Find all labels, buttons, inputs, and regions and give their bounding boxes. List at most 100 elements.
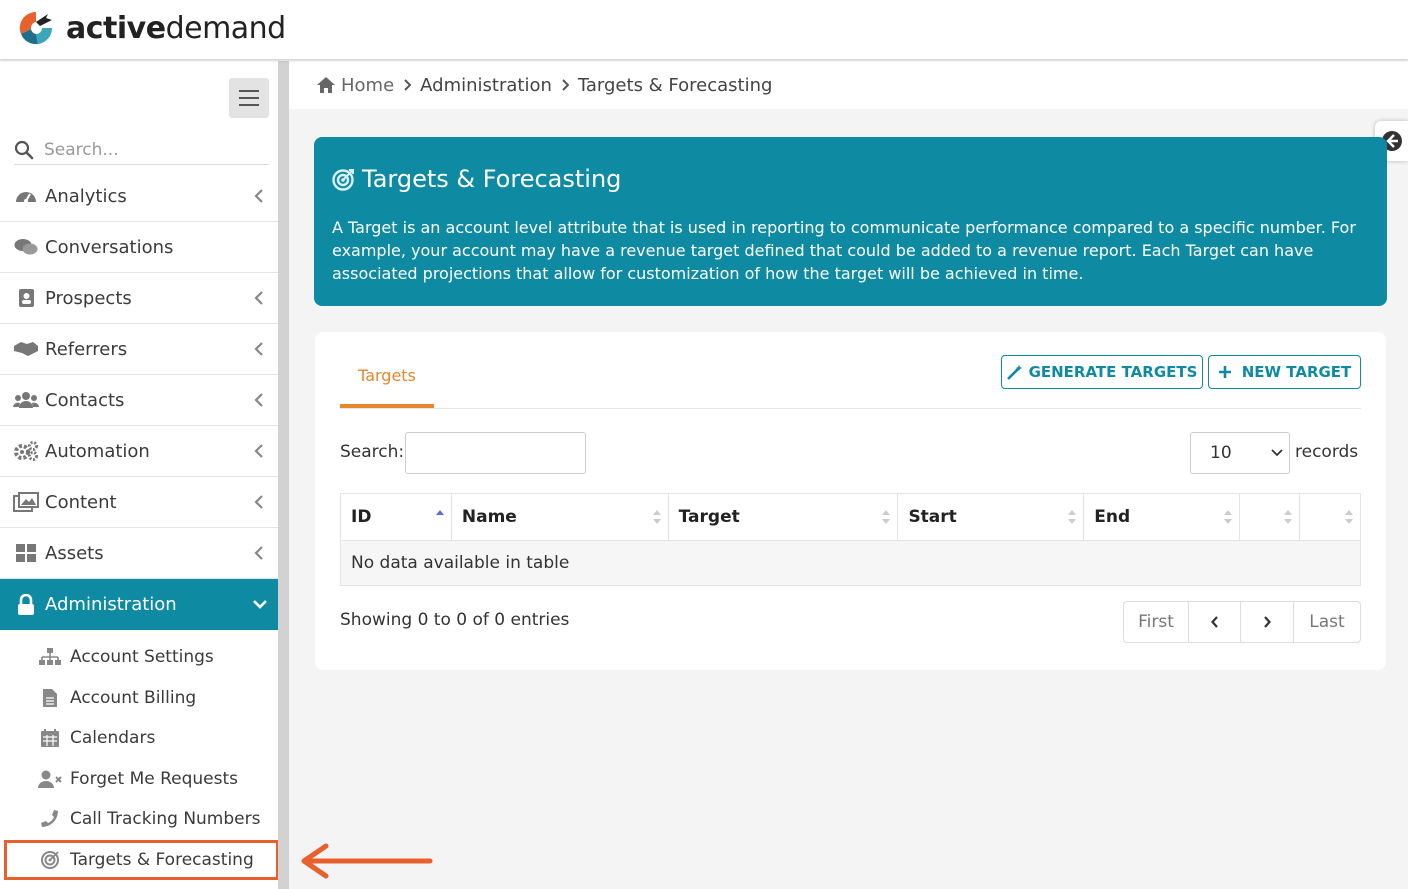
chevron-left-icon xyxy=(1210,616,1218,628)
generate-targets-button[interactable]: GENERATE TARGETS xyxy=(1001,355,1203,389)
sidebar-item-contacts[interactable]: Contacts xyxy=(0,375,278,426)
sidebar-item-analytics[interactable]: Analytics xyxy=(0,171,278,222)
comments-icon xyxy=(13,236,39,258)
subitem-call-tracking-numbers[interactable]: Call Tracking Numbers xyxy=(0,799,278,840)
column-header-name[interactable]: Name xyxy=(450,493,669,541)
chevron-right-icon xyxy=(562,79,569,91)
bullseye-icon xyxy=(332,169,354,191)
chevron-right-icon xyxy=(1264,616,1271,628)
chevron-left-icon xyxy=(254,546,263,560)
chevron-right-icon xyxy=(404,79,412,91)
sidebar-item-assets[interactable]: Assets xyxy=(0,528,278,579)
breadcrumb-current: Targets & Forecasting xyxy=(577,74,773,96)
page-info-banner: Targets & Forecasting A Target is an acc… xyxy=(314,137,1387,306)
column-header-id[interactable]: ID xyxy=(340,493,452,541)
sort-icon xyxy=(1224,510,1233,524)
grid-icon xyxy=(13,542,39,564)
sort-icon xyxy=(1284,510,1293,524)
targets-card: Targets GENERATE TARGETS NEW TARGET Sear… xyxy=(315,332,1386,670)
sidebar-item-label: Content xyxy=(45,491,117,513)
sidebar-item-label: Contacts xyxy=(45,389,125,411)
address-book-icon xyxy=(13,287,39,309)
phone-icon xyxy=(38,809,62,829)
subitem-label: Calendars xyxy=(70,728,156,749)
chevron-left-icon xyxy=(254,342,263,356)
activedemand-logo-icon xyxy=(19,11,53,45)
magic-wand-icon xyxy=(1006,365,1022,380)
sort-icon xyxy=(882,510,891,524)
column-header-actions-1[interactable] xyxy=(1239,493,1301,541)
chevron-left-icon xyxy=(254,393,263,407)
sidebar-item-content[interactable]: Content xyxy=(0,477,278,528)
sidebar-item-prospects[interactable]: Prospects xyxy=(0,273,278,324)
sidebar-item-referrers[interactable]: Referrers xyxy=(0,324,278,375)
sidebar-item-label: Referrers xyxy=(45,338,128,360)
targets-table: ID Name Target Start End No data availab… xyxy=(340,493,1361,586)
table-info: Showing 0 to 0 of 0 entries xyxy=(340,610,570,630)
breadcrumb-administration-link[interactable]: Administration xyxy=(420,75,552,96)
subitem-targets-forecasting[interactable]: Targets & Forecasting xyxy=(4,839,279,880)
pagination-next-button[interactable] xyxy=(1241,602,1294,642)
sidebar-item-label: Conversations xyxy=(45,236,174,258)
plus-icon xyxy=(1218,366,1231,378)
logo[interactable]: activedemand xyxy=(18,10,286,46)
sort-asc-icon xyxy=(435,510,444,515)
subitem-label: Call Tracking Numbers xyxy=(70,809,261,830)
cogs-icon xyxy=(13,440,39,462)
chevron-left-icon xyxy=(254,189,263,203)
subitem-label: Targets & Forecasting xyxy=(70,849,254,870)
table-search-input[interactable] xyxy=(405,432,586,474)
table-row: No data available in table xyxy=(340,540,1361,586)
new-target-button[interactable]: NEW TARGET xyxy=(1208,355,1361,389)
pagination-last-button[interactable]: Last xyxy=(1294,602,1360,642)
calendar-icon xyxy=(38,728,62,748)
column-header-start[interactable]: Start xyxy=(897,493,1085,541)
breadcrumb-home-link[interactable]: Home xyxy=(341,75,394,96)
user-times-icon xyxy=(38,769,62,789)
sidebar-item-automation[interactable]: Automation xyxy=(0,426,278,477)
sidebar: Search... Analytics Conversations Prospe… xyxy=(0,61,289,889)
column-header-target[interactable]: Target xyxy=(667,493,899,541)
page-title: Targets & Forecasting xyxy=(332,165,1369,193)
sidebar-item-label: Analytics xyxy=(45,185,127,207)
subitem-calendars[interactable]: Calendars xyxy=(0,718,278,759)
sidebar-item-conversations[interactable]: Conversations xyxy=(0,222,278,273)
subitem-account-billing[interactable]: Account Billing xyxy=(0,678,278,719)
page-length-select[interactable]: 10 xyxy=(1190,432,1290,474)
menu-toggle-button[interactable] xyxy=(229,78,269,118)
subitem-label: Forget Me Requests xyxy=(70,768,239,789)
page-description: A Target is an account level attribute t… xyxy=(332,218,1356,283)
chevron-left-icon xyxy=(254,444,263,458)
sidebar-scrollbar[interactable] xyxy=(278,61,289,889)
subitem-forget-me-requests[interactable]: Forget Me Requests xyxy=(0,759,278,800)
sidebar-search[interactable]: Search... xyxy=(14,135,269,165)
sidebar-item-label: Automation xyxy=(45,440,150,462)
pagination-previous-button[interactable] xyxy=(1189,602,1241,642)
pagination-first-button[interactable]: First xyxy=(1124,602,1189,642)
subitem-account-settings[interactable]: Account Settings xyxy=(0,637,278,678)
empty-table-message: No data available in table xyxy=(340,540,1361,586)
administration-submenu: Account Settings Account Billing Calenda… xyxy=(0,637,279,880)
sidebar-nav: Analytics Conversations Prospects Referr… xyxy=(0,171,289,630)
annotation-arrow-icon xyxy=(301,843,433,879)
sidebar-item-administration[interactable]: Administration xyxy=(0,579,289,630)
file-icon xyxy=(38,688,62,708)
tab-targets[interactable]: Targets xyxy=(340,360,434,408)
tab-divider xyxy=(340,408,1361,409)
search-icon xyxy=(14,140,34,159)
handshake-icon xyxy=(13,338,39,360)
sidebar-search-input[interactable]: Search... xyxy=(44,140,119,160)
logo-text: activedemand xyxy=(66,10,286,46)
top-header: activedemand xyxy=(0,0,1408,60)
sitemap-icon xyxy=(38,647,62,667)
chevron-down-icon xyxy=(1271,449,1283,457)
column-header-end[interactable]: End xyxy=(1083,493,1241,541)
pagination: First Last xyxy=(1123,601,1361,643)
chevron-down-icon xyxy=(253,600,267,609)
chevron-left-icon xyxy=(254,495,263,509)
sort-icon xyxy=(652,510,661,524)
subitem-label: Account Billing xyxy=(70,687,197,708)
sidebar-item-label: Prospects xyxy=(45,287,132,309)
image-icon xyxy=(13,491,39,513)
column-header-actions-2[interactable] xyxy=(1299,493,1361,541)
